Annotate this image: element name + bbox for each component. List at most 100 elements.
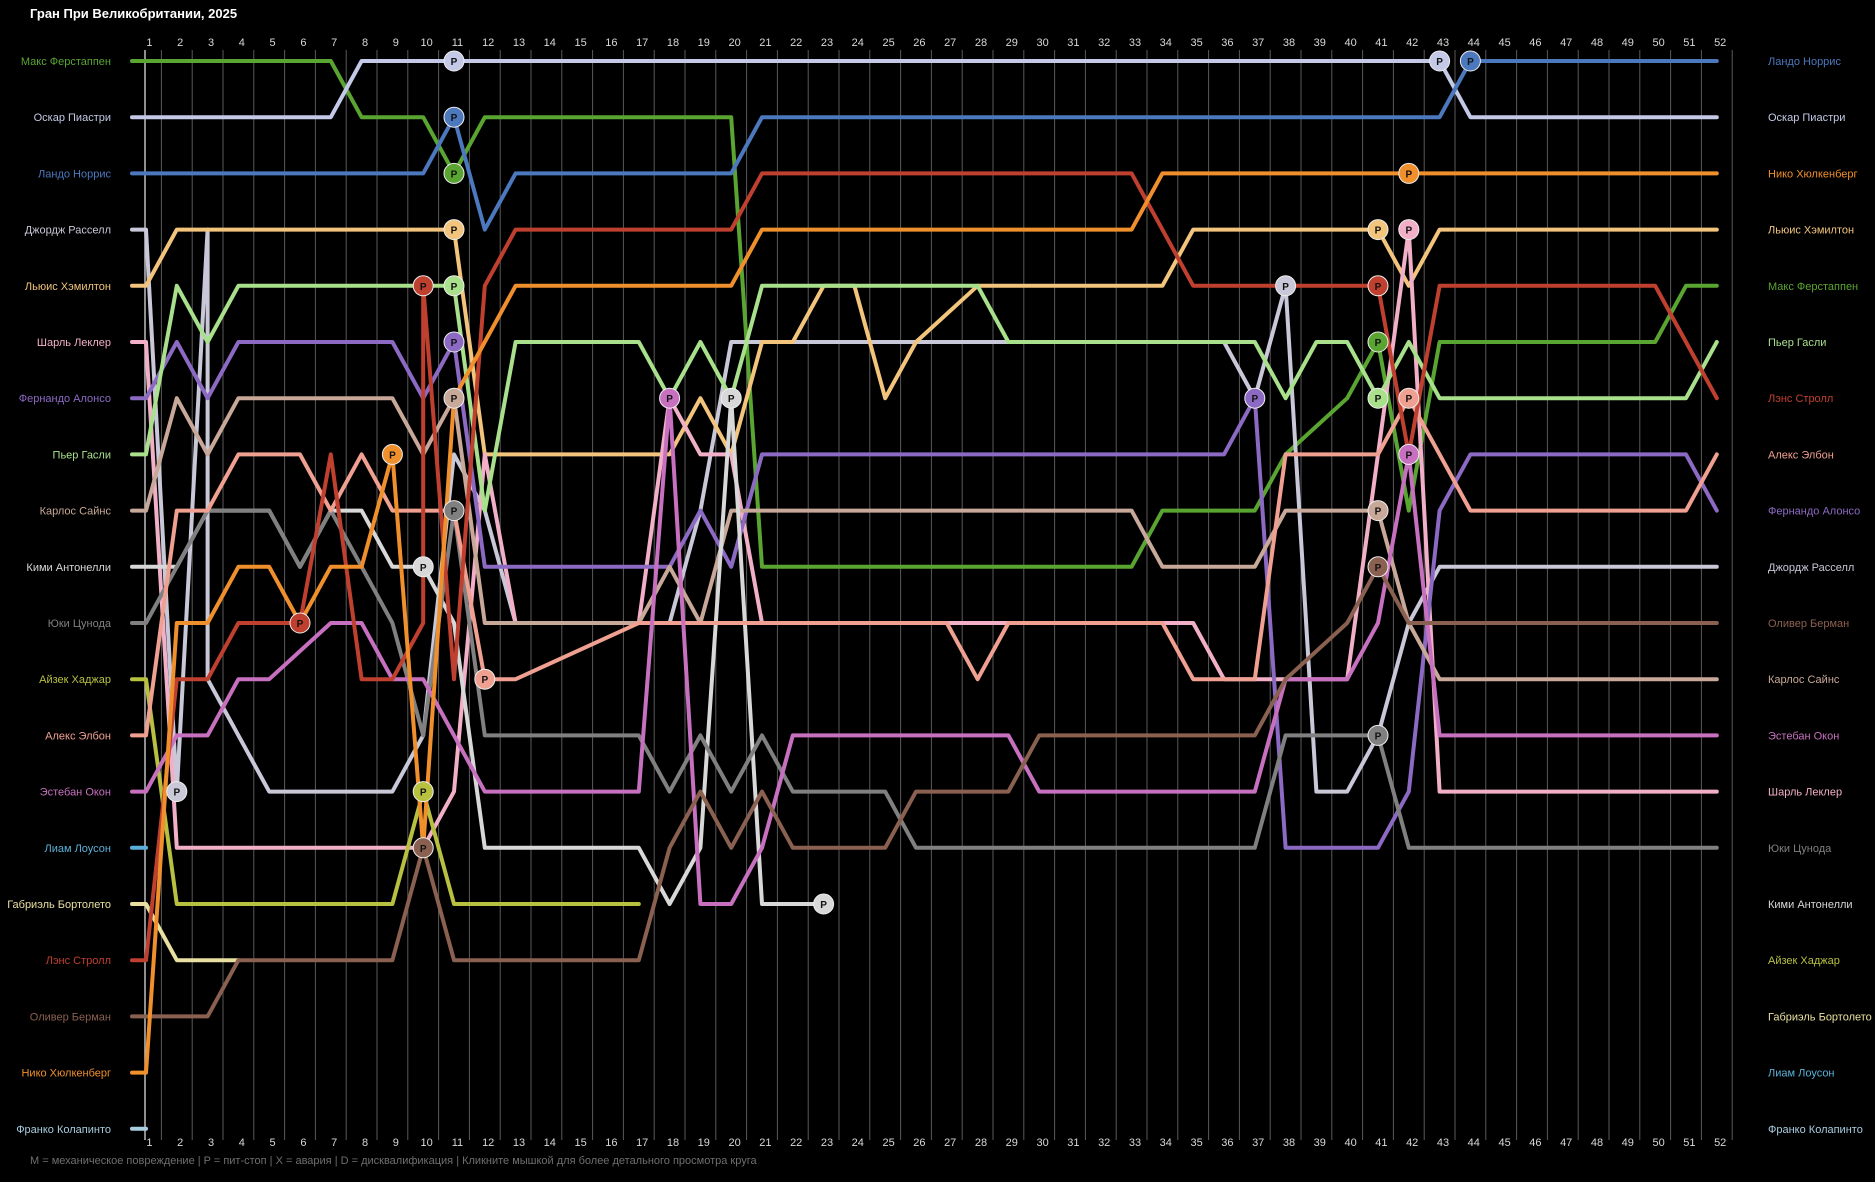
driver-line[interactable] xyxy=(130,59,1719,120)
pit-stop-letter: P xyxy=(451,282,458,293)
pit-stop-marker[interactable]: P xyxy=(1398,162,1420,184)
grid-driver-label[interactable]: Кими Антонелли xyxy=(26,562,111,574)
grid-driver-label[interactable]: Лэнс Стролл xyxy=(46,955,111,967)
pit-stop-marker[interactable]: P xyxy=(1244,387,1266,409)
lap-tick-label: 5 xyxy=(270,1137,276,1149)
pit-stop-marker[interactable]: P xyxy=(1367,500,1389,522)
finish-driver-label[interactable]: Эстебан Окон xyxy=(1768,730,1839,742)
pit-stop-marker[interactable]: P xyxy=(1367,724,1389,746)
pit-stop-marker[interactable]: P xyxy=(1367,556,1389,578)
pit-stop-marker[interactable]: P xyxy=(381,443,403,465)
driver-line[interactable] xyxy=(130,59,1719,232)
finish-driver-label[interactable]: Айзек Хаджар xyxy=(1768,955,1840,967)
finish-driver-label[interactable]: Макс Ферстаппен xyxy=(1768,281,1858,293)
pit-stop-marker[interactable]: P xyxy=(1429,50,1451,72)
grid-driver-label[interactable]: Оливер Берман xyxy=(30,1011,111,1023)
pit-stop-marker[interactable]: P xyxy=(412,781,434,803)
grid-driver-label[interactable]: Франко Колапинто xyxy=(16,1124,111,1136)
pit-stop-marker[interactable]: P xyxy=(443,219,465,241)
finish-driver-label[interactable]: Карлос Сайнс xyxy=(1768,674,1840,686)
pit-stop-marker[interactable]: P xyxy=(813,893,835,915)
finish-driver-label[interactable]: Лиам Лоусон xyxy=(1768,1068,1835,1080)
lap-tick-label: 3 xyxy=(208,1137,214,1149)
finish-driver-label[interactable]: Лэнс Стролл xyxy=(1768,393,1833,405)
pit-stop-marker[interactable]: P xyxy=(1398,443,1420,465)
finish-driver-label[interactable]: Оливер Берман xyxy=(1768,618,1849,630)
grid-driver-label[interactable]: Оскар Пиастри xyxy=(34,112,111,124)
grid-driver-label[interactable]: Габриэль Бортолето xyxy=(7,899,111,911)
pit-stop-letter: P xyxy=(451,394,458,405)
pit-stop-marker[interactable]: P xyxy=(1367,275,1389,297)
pit-stop-letter: P xyxy=(1375,226,1382,237)
finish-driver-label[interactable]: Пьер Гасли xyxy=(1768,337,1826,349)
grid-driver-label[interactable]: Пьер Гасли xyxy=(53,449,111,461)
pit-stop-marker[interactable]: P xyxy=(443,387,465,409)
lap-tick-label: 35 xyxy=(1190,37,1202,49)
grid-driver-label[interactable]: Льюис Хэмилтон xyxy=(25,281,111,293)
lap-tick-label: 6 xyxy=(300,1137,306,1149)
grid-driver-label[interactable]: Джордж Расселл xyxy=(25,225,111,237)
finish-driver-label[interactable]: Габриэль Бортолето xyxy=(1768,1011,1872,1023)
grid-driver-label[interactable]: Лиам Лоусон xyxy=(44,843,111,855)
finish-driver-label[interactable]: Нико Хюлкенберг xyxy=(1768,168,1858,180)
pit-stop-marker[interactable]: P xyxy=(412,556,434,578)
pit-stop-marker[interactable]: P xyxy=(412,837,434,859)
pit-stop-letter: P xyxy=(1375,394,1382,405)
grid-driver-label[interactable]: Шарль Леклер xyxy=(37,337,111,349)
pit-stop-marker[interactable]: P xyxy=(443,275,465,297)
grid-driver-label[interactable]: Ландо Норрис xyxy=(38,168,111,180)
pit-stop-marker[interactable]: P xyxy=(720,387,742,409)
finish-driver-label[interactable]: Франко Колапинто xyxy=(1768,1124,1863,1136)
pit-stop-marker[interactable]: P xyxy=(443,106,465,128)
pit-stop-letter: P xyxy=(1375,507,1382,518)
pit-stop-letter: P xyxy=(451,507,458,518)
lap-tick-label: 21 xyxy=(759,1137,771,1149)
pit-stop-marker[interactable]: P xyxy=(1367,219,1389,241)
grid-driver-label[interactable]: Карлос Сайнс xyxy=(40,506,112,518)
lap-tick-label: 24 xyxy=(852,1137,864,1149)
pit-stop-marker[interactable]: P xyxy=(1367,331,1389,353)
grid-driver-label[interactable]: Нико Хюлкенберг xyxy=(21,1068,111,1080)
pit-stop-marker[interactable]: P xyxy=(1367,387,1389,409)
pit-stop-marker[interactable]: P xyxy=(474,668,496,690)
pit-stop-marker[interactable]: P xyxy=(443,50,465,72)
driver-line[interactable] xyxy=(130,59,1719,569)
pit-stop-marker[interactable]: P xyxy=(166,781,188,803)
grid-driver-label[interactable]: Айзек Хаджар xyxy=(39,674,111,686)
pit-stop-marker[interactable]: P xyxy=(443,162,465,184)
grid-driver-label[interactable]: Макс Ферстаппен xyxy=(21,56,111,68)
finish-driver-label[interactable]: Ландо Норрис xyxy=(1768,56,1841,68)
lap-tick-label: 45 xyxy=(1498,1137,1510,1149)
pit-stop-marker[interactable]: P xyxy=(1398,219,1420,241)
driver-line[interactable] xyxy=(130,396,1719,906)
pit-stop-marker[interactable]: P xyxy=(1275,275,1297,297)
grid-driver-label[interactable]: Эстебан Окон xyxy=(40,787,111,799)
lap-tick-label: 46 xyxy=(1529,37,1541,49)
finish-driver-label[interactable]: Джордж Расселл xyxy=(1768,562,1854,574)
pit-stop-marker[interactable]: P xyxy=(443,331,465,353)
lap-tick-label: 2 xyxy=(177,37,183,49)
lap-tick-label: 20 xyxy=(728,37,740,49)
pit-stop-marker[interactable]: P xyxy=(1459,50,1481,72)
grid-driver-label[interactable]: Юки Цунода xyxy=(48,618,112,630)
lap-tick-label: 48 xyxy=(1591,1137,1603,1149)
pit-stop-marker[interactable]: P xyxy=(412,275,434,297)
finish-driver-label[interactable]: Шарль Леклер xyxy=(1768,787,1842,799)
finish-driver-label[interactable]: Льюис Хэмилтон xyxy=(1768,225,1854,237)
lap-chart[interactable]: 1 2 3 4 5 6 7 8 9 10 11 12 13 14 15 16 17 18 19 20 21 22 23 24 2… xyxy=(0,0,1875,1182)
finish-driver-label[interactable]: Оскар Пиастри xyxy=(1768,112,1845,124)
driver-line[interactable] xyxy=(130,340,1719,850)
pit-stop-marker[interactable]: P xyxy=(443,500,465,522)
grid-driver-label[interactable]: Алекс Элбон xyxy=(45,730,111,742)
finish-driver-label[interactable]: Юки Цунода xyxy=(1768,843,1832,855)
lap-tick-label: 41 xyxy=(1375,37,1387,49)
grid-driver-label[interactable]: Фернандо Алонсо xyxy=(19,393,111,405)
pit-stop-marker[interactable]: P xyxy=(659,387,681,409)
finish-driver-label[interactable]: Фернандо Алонсо xyxy=(1768,506,1860,518)
pit-stop-marker[interactable]: P xyxy=(1398,387,1420,409)
lap-tick-label: 18 xyxy=(667,37,679,49)
finish-driver-label[interactable]: Кими Антонелли xyxy=(1768,899,1853,911)
pit-stop-marker[interactable]: P xyxy=(289,612,311,634)
pit-stop-letter: P xyxy=(1405,169,1412,180)
finish-driver-label[interactable]: Алекс Элбон xyxy=(1768,449,1834,461)
